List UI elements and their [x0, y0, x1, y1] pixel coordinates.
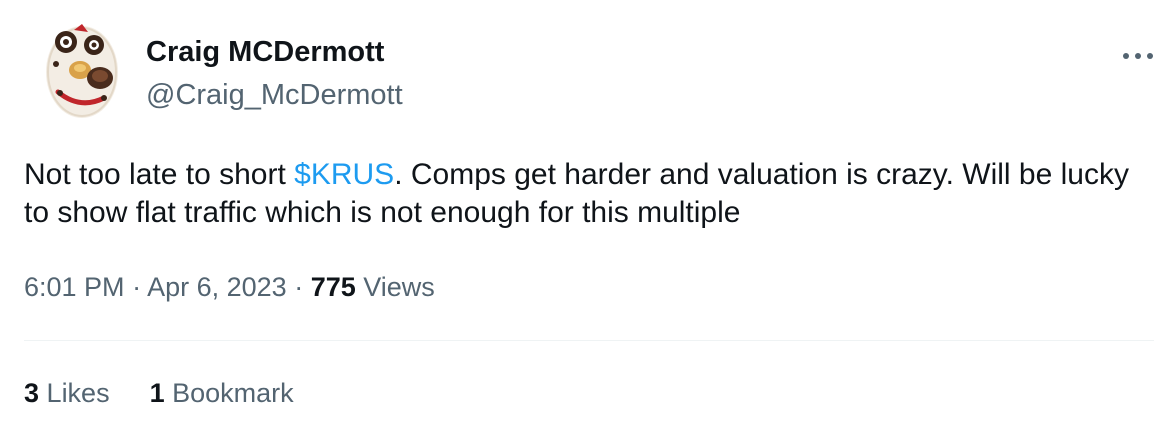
separator: ·: [124, 272, 148, 302]
likes-count: 3: [24, 378, 40, 408]
ellipsis-icon: [1123, 53, 1153, 59]
tweet-metadata: 6:01 PM · Apr 6, 2023 · 775 Views: [24, 272, 435, 303]
tweet-text: Not too late to short $KRUS. Comps get h…: [24, 156, 1144, 232]
cashtag-link[interactable]: $KRUS: [294, 158, 394, 191]
likes-label: Likes: [46, 378, 110, 408]
author-handle[interactable]: @Craig_McDermott: [146, 79, 403, 112]
engagement-stats: 3 Likes 1 Bookmark: [24, 378, 294, 409]
tweet-time[interactable]: 6:01 PM: [24, 272, 125, 302]
bookmarks-count: 1: [149, 378, 165, 408]
avatar-image: [46, 24, 118, 118]
more-options-button[interactable]: [1118, 44, 1158, 68]
views-count: 775: [310, 272, 356, 302]
separator: ·: [286, 272, 311, 302]
bookmarks-label: Bookmark: [172, 378, 294, 408]
tweet-text-part: Not too late to short: [24, 158, 295, 191]
tweet-card: Craig MCDermott @Craig_McDermott Not too…: [0, 0, 1176, 436]
bookmarks-link[interactable]: 1 Bookmark: [150, 378, 294, 409]
tweet-date[interactable]: Apr 6, 2023: [147, 272, 287, 302]
views-label: Views: [363, 272, 435, 302]
likes-link[interactable]: 3 Likes: [24, 378, 110, 409]
divider: [24, 340, 1154, 341]
author-display-name[interactable]: Craig MCDermott: [146, 36, 384, 69]
avatar[interactable]: [30, 18, 134, 122]
